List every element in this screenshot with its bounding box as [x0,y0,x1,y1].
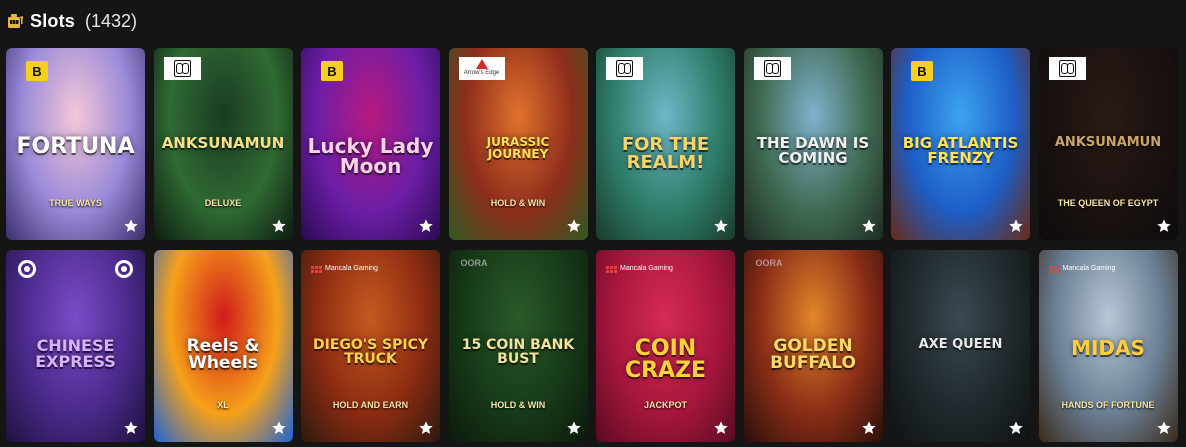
game-title: FORTUNA [16,134,135,160]
provider-label: Mancala Gaming [1062,265,1116,273]
provider-logo-icon [163,57,201,80]
favorite-star-icon[interactable] [861,420,877,436]
favorite-star-icon[interactable] [566,218,582,234]
game-subtitle: HOLD & WIN [490,400,546,410]
favorite-star-icon[interactable] [713,218,729,234]
target-icon [115,260,133,278]
provider-logo-icon [1048,57,1086,80]
game-tile[interactable]: Mancala Gaming MIDAS HANDS OF FORTUNE [1038,250,1178,442]
game-tile[interactable]: Mancala Gaming DIEGO'S SPICY TRUCK HOLD AN… [301,250,440,442]
game-tile[interactable]: OORA 15 COIN BANK BUST HOLD & WIN [448,250,588,442]
game-tile[interactable]: CHINESE EXPRESS [6,250,145,442]
favorite-star-icon[interactable] [123,218,139,234]
favorite-star-icon[interactable] [1008,420,1024,436]
favorite-star-icon[interactable] [566,420,582,436]
game-title: CHINESE EXPRESS [35,336,116,372]
game-subtitle: HOLD AND EARN [332,400,409,410]
favorite-star-icon[interactable] [1156,218,1172,234]
section-title[interactable]: Slots [30,11,75,32]
game-tile[interactable]: FOR THE REALM! [596,48,735,240]
game-subtitle: XL [217,400,229,410]
provider-label: Arrow's Edge [463,70,500,76]
favorite-star-icon[interactable] [271,218,287,234]
favorite-star-icon[interactable] [418,218,434,234]
provider-logo-icon [753,57,791,80]
mancala-logo-icon [606,265,617,273]
game-tile[interactable]: ANKSUNAMUN DELUXE [153,48,293,240]
game-title: MIDAS [1071,336,1145,361]
game-title: BIG ATLANTIS FRENZY [902,134,1019,168]
game-tile[interactable]: OORA GOLDEN BUFFALO [743,250,883,442]
game-tile[interactable]: B FORTUNA TRUE WAYS [6,48,145,240]
game-title: JURASSIC JOURNEY [486,135,550,162]
game-title: COIN CRAZE [624,336,707,384]
game-count: (1432) [85,10,138,31]
game-title: FOR THE REALM! [621,134,710,174]
target-icon [18,260,36,278]
game-tile[interactable]: Arrow's Edge JURASSIC JOURNEY HOLD & WIN [448,48,588,240]
game-title: ANKSUNAMUN [161,134,285,153]
mancala-logo-icon [311,265,322,273]
game-subtitle: HOLD & WIN [490,198,546,208]
slot-machine-icon [6,12,24,30]
provider-badge: Mancala Gaming [311,260,378,278]
favorite-star-icon[interactable] [271,420,287,436]
game-tile[interactable]: ANKSUNAMUN THE QUEEN OF EGYPT [1038,48,1178,240]
game-title: Lucky Lady Moon [307,134,434,179]
arrows-edge-logo-icon [475,59,488,69]
favorite-star-icon[interactable] [1156,420,1172,436]
game-tile[interactable]: AXE QUEEN [891,250,1030,442]
provider-badge: Arrow's Edge [458,57,505,80]
game-subtitle: JACKPOT [643,400,687,410]
game-subtitle: DELUXE [204,198,242,208]
provider-badge: Mancala Gaming [1048,260,1116,278]
game-title: 15 COIN BANK BUST [461,337,575,368]
provider-badge: B [911,61,933,81]
game-tile[interactable]: B Lucky Lady Moon [301,48,440,240]
provider-badge: Mancala Gaming [606,260,673,278]
provider-label: Mancala Gaming [620,265,673,273]
game-title: DIEGO'S SPICY TRUCK [313,337,428,368]
section-header: Slots (1432) [6,9,137,33]
game-tile[interactable]: Mancala Gaming COIN CRAZE JACKPOT [596,250,735,442]
game-tile[interactable]: THE DAWN IS COMING [743,48,883,240]
provider-label: OORA [460,258,488,268]
game-title: THE DAWN IS COMING [756,134,870,168]
game-title: AXE QUEEN [918,337,1003,353]
provider-label: OORA [755,258,783,268]
game-title: ANKSUNAMUN [1054,135,1162,151]
mancala-logo-icon [1048,265,1060,273]
games-grid: B FORTUNA TRUE WAYS ANKSUNAMUN DELUXE B Lucky … [6,48,1178,442]
favorite-star-icon[interactable] [861,218,877,234]
provider-logo-icon [606,57,643,80]
game-subtitle: TRUE WAYS [49,198,102,208]
game-tile[interactable]: Reels & Wheels XL [153,250,293,442]
provider-badge: B [321,61,343,81]
game-title: Reels & Wheels [186,336,260,374]
favorite-star-icon[interactable] [713,420,729,436]
favorite-star-icon[interactable] [123,420,139,436]
game-tile[interactable]: B BIG ATLANTIS FRENZY [891,48,1030,240]
favorite-star-icon[interactable] [418,420,434,436]
provider-label: Mancala Gaming [325,265,378,273]
provider-badge: B [26,61,48,81]
game-title: GOLDEN BUFFALO [770,336,856,374]
game-subtitle: THE QUEEN OF EGYPT [1057,198,1159,208]
game-subtitle: HANDS OF FORTUNE [1061,400,1155,410]
favorite-star-icon[interactable] [1008,218,1024,234]
